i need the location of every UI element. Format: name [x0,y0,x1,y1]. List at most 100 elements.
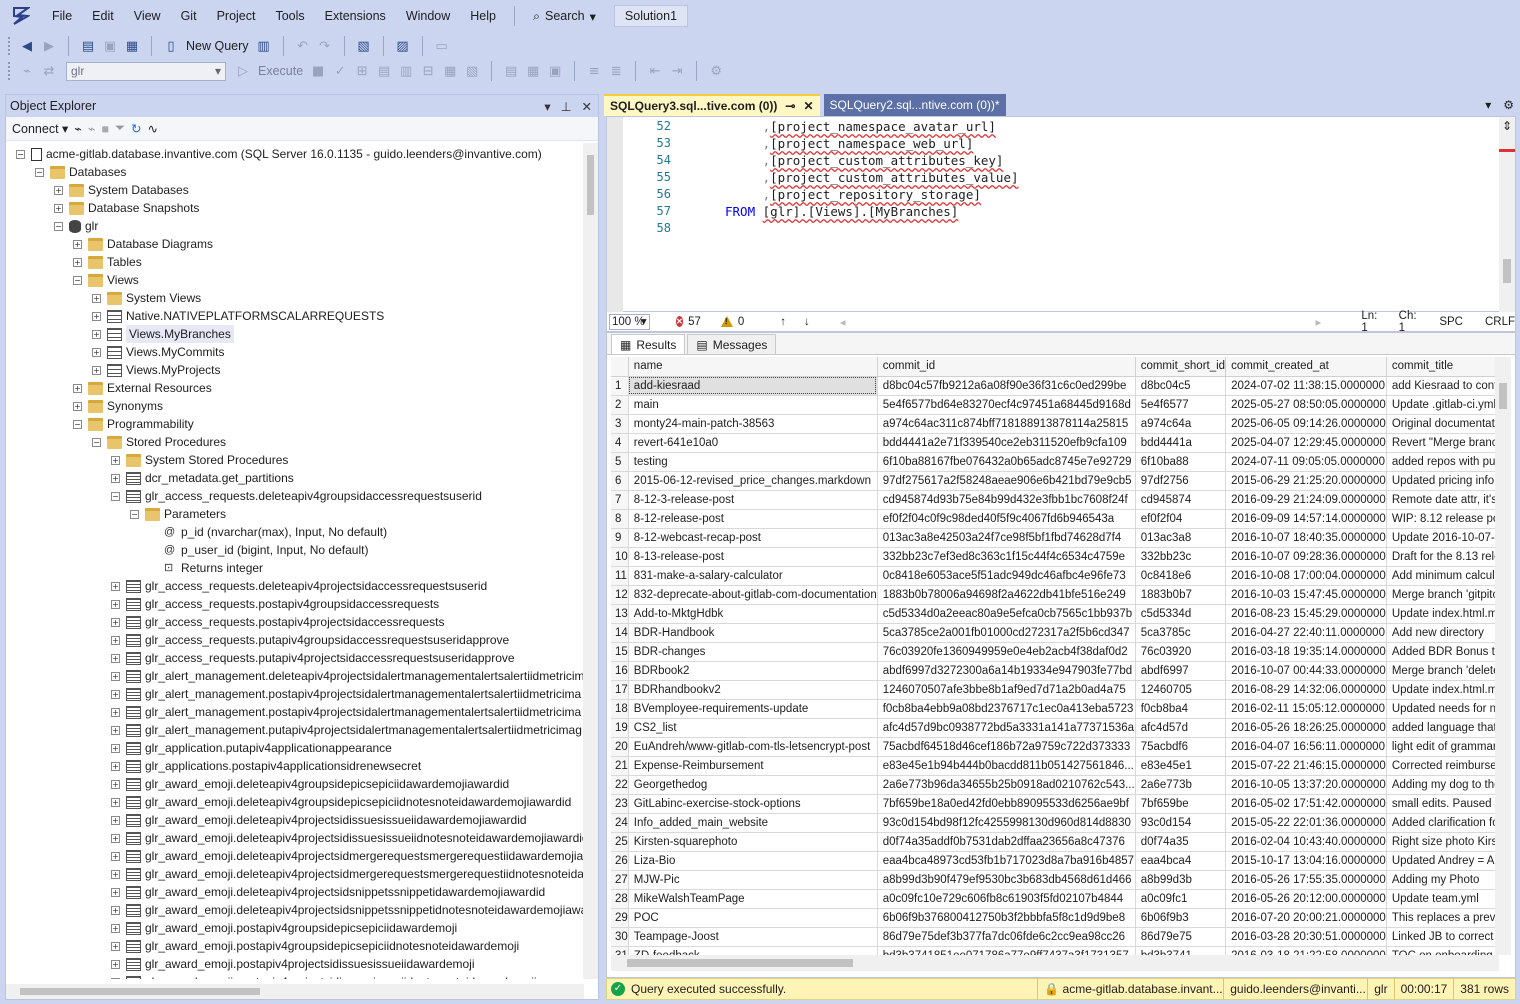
table-cell[interactable]: 2016-04-07 16:56:11.0000000 [1225,737,1387,757]
back-icon[interactable]: ◀ [16,36,38,56]
table-cell[interactable]: small edits. Paused to [1386,794,1499,814]
dropdown-icon[interactable]: ▾ [544,99,550,114]
collapse-icon[interactable]: − [92,437,101,447]
expand-icon[interactable]: + [111,653,120,663]
table-cell[interactable]: BVemployee-requirements-update [628,699,878,719]
warning-icon[interactable] [720,316,733,327]
expand-icon[interactable]: + [111,599,120,609]
expand-icon[interactable]: + [54,185,63,195]
connect-icon[interactable]: ⌁ [16,61,38,81]
menu-help[interactable]: Help [460,4,506,28]
expand-icon[interactable]: + [111,887,120,897]
table-cell[interactable]: 86d79e75 [1135,927,1227,947]
table-cell[interactable]: Liza-Bio [628,851,878,871]
tree-node[interactable]: + glr_access_requests.deleteapiv4projects… [111,577,487,595]
row-number-cell[interactable]: 20 [611,737,629,757]
table-cell[interactable]: 86d79e75def3b377fa7dc06fde6c2cc9ea98cc26 [877,927,1136,947]
table-cell[interactable]: Draft for the 8.13 rele [1386,547,1499,567]
collapse-icon[interactable]: − [35,167,44,177]
table-cell[interactable]: 2015-10-17 13:04:16.0000000 [1225,851,1387,871]
table-row[interactable]: 11 831-make-a-salary-calculator 0c8418e605… [611,566,1499,586]
table-cell[interactable]: BDR-changes [628,642,878,662]
code-line[interactable]: ,[project_repository_storage] [725,187,981,202]
table-cell[interactable]: ef0f2f04 [1135,509,1227,529]
tree-node[interactable]: + Views.MyBranches [92,325,234,343]
undo-icon[interactable]: ↶ [292,36,314,56]
column-header-commit-short-id[interactable]: commit_short_id [1135,357,1227,377]
table-cell[interactable]: GitLabinc-exercise-stock-options [628,794,878,814]
client-stats-icon[interactable]: ▧ [461,61,483,81]
table-cell[interactable]: Info_added_main_website [628,813,878,833]
tree-node[interactable]: + glr_award_emoji.postapiv4groupsidepicse… [111,937,519,955]
sql-editor[interactable]: 52 ,[project_namespace_avatar_url] 53 ,[p… [606,116,1516,313]
table-cell[interactable]: 2016-03-18 19:35:14.0000000 [1225,642,1387,662]
table-cell[interactable]: Added BDR Bonus to [1386,642,1499,662]
table-cell[interactable]: 8-12-release-post [628,509,878,529]
expand-icon[interactable]: + [111,689,120,699]
column-header-name[interactable]: name [628,357,878,377]
table-cell[interactable]: 2016-10-07 09:28:36.0000000 [1225,547,1387,567]
table-cell[interactable]: 5ca3785c [1135,623,1227,643]
menu-view[interactable]: View [124,4,171,28]
column-header-commit-created-at[interactable]: commit_created_at [1225,357,1387,377]
row-number-cell[interactable]: 29 [611,908,629,928]
search-button[interactable]: ⌕ Search ▾ [523,9,606,24]
row-number-cell[interactable]: 26 [611,851,629,871]
tree-node[interactable]: + glr_award_emoji.postapiv4projectsidissu… [111,973,537,979]
table-cell[interactable]: 2015-06-29 21:25:20.0000000 [1225,471,1387,491]
table-cell[interactable]: 7bf659be18a0ed42fd0ebb89095533d6256ae9bf [877,794,1136,814]
expand-icon[interactable]: + [92,311,101,321]
table-cell[interactable]: f0cb8ba4 [1135,699,1227,719]
table-row[interactable]: 9 8-12-webcast-recap-post 013ac3a8e42503a2… [611,528,1499,548]
tree-node[interactable]: + System Views [92,289,201,307]
code-line[interactable]: ,[project_custom_attributes_value] [725,170,1019,185]
expand-icon[interactable]: + [92,365,101,375]
tree-vertical-scrollbar[interactable] [583,143,598,979]
tree-node[interactable]: + glr_award_emoji.deleteapiv4projectsidis… [111,811,527,829]
table-row[interactable]: 6 2015-06-12-revised_price_changes.markdo… [611,471,1499,491]
table-cell[interactable]: add-kiesraad [628,376,878,396]
row-number-cell[interactable]: 8 [611,509,629,529]
table-row[interactable]: 5 testing 6f10ba88167fbe076432a0b65adc8745… [611,452,1499,472]
new-query-icon[interactable]: ▯ [160,36,182,56]
scroll-right-icon[interactable]: ▸ [1316,315,1322,329]
table-cell[interactable]: 2025-06-05 09:14:26.0000000 [1225,414,1387,434]
live-stats-icon[interactable]: ▦ [439,61,461,81]
table-cell[interactable]: This replaces a previ [1386,908,1499,928]
tree-node[interactable]: ⊡ Returns integer [149,559,263,577]
table-cell[interactable]: MikeWalshTeamPage [628,889,878,909]
table-cell[interactable]: d8bc04c57fb9212a6a08f90e36f31c6c0ed299be [877,376,1136,396]
table-cell[interactable]: bd3b3741851ee071786a77e9ff7437a3f1731357 [877,946,1136,955]
pin-icon[interactable]: ⊸ [785,99,795,113]
toolbar-grip[interactable] [8,37,12,55]
close-icon[interactable]: ✕ [582,99,592,114]
expand-icon[interactable]: + [111,851,120,861]
table-cell[interactable]: Georgethedog [628,775,878,795]
table-cell[interactable]: Add-to-MktgHdbk [628,604,878,624]
comment-icon[interactable]: ≡ [583,61,605,81]
tab-sqlquery3[interactable]: SQLQuery3.sql...tive.com (0)) ⊸ ✕ [604,94,820,116]
tree-node[interactable]: + Tables [73,253,142,271]
menu-project[interactable]: Project [207,4,266,28]
row-number-cell[interactable]: 16 [611,661,629,681]
table-row[interactable]: 29 POC 6b06f9b376800412750b3f2bbbfa5f8c1d9… [611,908,1499,928]
table-cell[interactable]: 5e4f6577 [1135,395,1227,415]
properties-icon[interactable]: ▨ [392,36,414,56]
table-cell[interactable]: 75acbdf64518d46cef186b72a9759c722d373333 [877,737,1136,757]
table-cell[interactable]: Update 2016-10-07-8 [1386,528,1499,548]
table-cell[interactable]: Right size photo Kirst [1386,832,1499,852]
row-number-cell[interactable]: 18 [611,699,629,719]
table-cell[interactable]: 2016-10-03 15:47:45.0000000 [1225,585,1387,605]
table-cell[interactable]: d0f74a35 [1135,832,1227,852]
tree-node[interactable]: + glr_alert_management.postapiv4projectsi… [111,703,581,721]
row-number-cell[interactable]: 3 [611,414,629,434]
table-cell[interactable]: cd945874 [1135,490,1227,510]
table-cell[interactable]: 6f10ba88167fbe076432a0b65adc8745e7e92729 [877,452,1136,472]
tree-node[interactable]: + glr_award_emoji.deleteapiv4projectsidsn… [111,901,584,919]
table-row[interactable]: 18 BVemployee-requirements-update f0cb8ba4… [611,699,1499,719]
table-cell[interactable]: Add new directory [1386,623,1499,643]
table-cell[interactable]: 2016-05-26 17:55:35.0000000 [1225,870,1387,890]
row-number-cell[interactable]: 2 [611,395,629,415]
table-row[interactable]: 24 Info_added_main_website 93c0d154bd98f12… [611,813,1499,833]
results-vertical-scrollbar[interactable] [1495,357,1511,955]
